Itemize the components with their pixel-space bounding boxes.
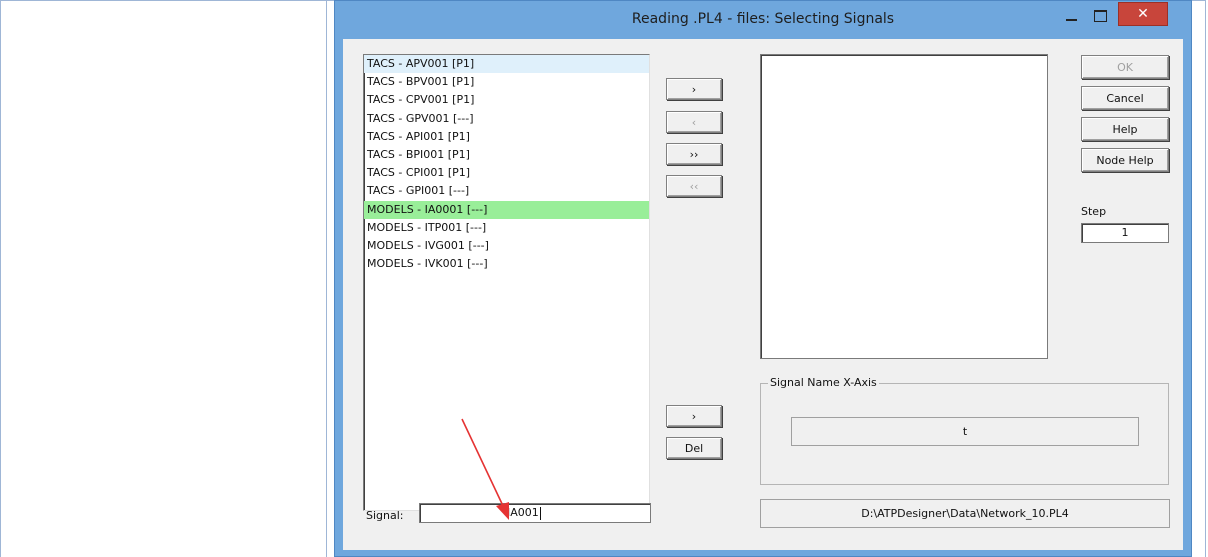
signal-list-item[interactable]: MODELS - ITP001 [---] xyxy=(364,219,649,237)
document-table-border xyxy=(0,0,1,557)
close-icon: ✕ xyxy=(1137,6,1149,22)
add-all-signals-button[interactable]: ›› xyxy=(666,143,722,165)
step-label: Step xyxy=(1081,205,1107,218)
title-bar[interactable]: Reading .PL4 - files: Selecting Signals … xyxy=(335,1,1191,39)
document-table-column-divider xyxy=(326,0,327,557)
signal-list-item[interactable]: TACS - GPV001 [---] xyxy=(364,110,649,128)
signal-list-item[interactable]: TACS - GPI001 [---] xyxy=(364,182,649,200)
signal-list-item[interactable]: TACS - API001 [P1] xyxy=(364,128,649,146)
minimize-icon xyxy=(1065,19,1077,21)
signal-label: Signal: xyxy=(366,509,404,522)
add-signal-button[interactable]: › xyxy=(666,78,722,100)
signal-list-item[interactable]: TACS - CPV001 [P1] xyxy=(364,91,649,109)
cancel-button[interactable]: Cancel xyxy=(1081,86,1169,110)
signal-list-item[interactable]: TACS - APV001 [P1] xyxy=(364,55,649,74)
x-axis-group-label: Signal Name X-Axis xyxy=(768,376,879,389)
close-button[interactable]: ✕ xyxy=(1118,2,1168,26)
step-input[interactable]: 1 xyxy=(1081,223,1169,243)
signal-list-item[interactable]: MODELS - IVK001 [---] xyxy=(364,255,649,273)
node-help-button[interactable]: Node Help xyxy=(1081,148,1169,172)
annotation-arrow-icon xyxy=(461,418,509,520)
remove-signal-button[interactable]: ‹ xyxy=(666,111,722,133)
maximize-icon xyxy=(1093,10,1107,22)
signal-list-item[interactable]: MODELS - IVG001 [---] xyxy=(364,237,649,255)
ok-button[interactable]: OK xyxy=(1081,55,1169,79)
maximize-button[interactable] xyxy=(1086,2,1114,30)
signal-list-item[interactable]: TACS - CPI001 [P1] xyxy=(364,164,649,182)
remove-all-signals-button[interactable]: ‹‹ xyxy=(666,175,722,197)
text-cursor xyxy=(539,506,541,520)
help-button[interactable]: Help xyxy=(1081,117,1169,141)
x-axis-signal-field: t xyxy=(791,417,1139,446)
signal-list-item[interactable]: MODELS - IA0001 [---] xyxy=(364,200,649,219)
delete-button[interactable]: Del xyxy=(666,437,722,459)
set-x-axis-button[interactable]: › xyxy=(666,405,722,427)
signal-list-item[interactable]: TACS - BPV001 [P1] xyxy=(364,73,649,91)
selected-signals-list[interactable] xyxy=(760,54,1048,359)
document-table-border xyxy=(1205,0,1206,557)
minimize-button[interactable] xyxy=(1057,2,1085,30)
signal-list-item[interactable]: TACS - BPI001 [P1] xyxy=(364,146,649,164)
file-path-field: D:\ATPDesigner\Data\Network_10.PL4 xyxy=(760,499,1170,528)
signal-input[interactable]: IA001 xyxy=(419,503,651,523)
